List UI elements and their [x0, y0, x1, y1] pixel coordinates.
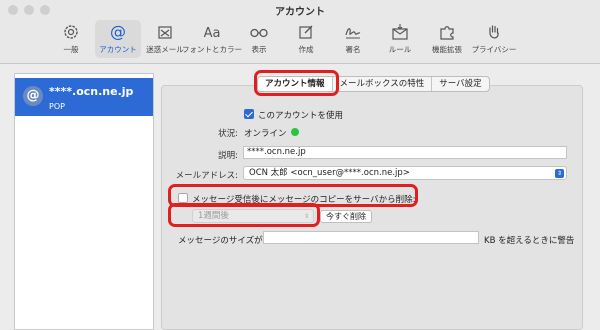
- toolbar-general-label: 一般: [63, 45, 79, 54]
- toolbar-extensions-label: 機能拡張: [432, 45, 462, 54]
- toolbar-fonts-button[interactable]: Aa フォントとカラー: [182, 20, 242, 58]
- toolbar-extensions-button[interactable]: 機能拡張: [424, 20, 470, 58]
- toolbar-privacy-button[interactable]: プライバシー: [471, 20, 517, 58]
- tab-server-settings[interactable]: サーバ設定: [432, 77, 488, 91]
- toolbar-compose-button[interactable]: 作成: [283, 20, 329, 58]
- toolbar-signatures-label: 署名: [345, 45, 361, 54]
- toolbar-viewing-button[interactable]: 表示: [236, 20, 282, 58]
- at-icon: @: [107, 22, 129, 42]
- account-name: ****.ocn.ne.jp: [49, 85, 134, 98]
- glasses-icon: [248, 22, 270, 42]
- highlight-delete-period: [168, 203, 320, 227]
- svg-text:Aa: Aa: [204, 26, 221, 41]
- status-value: オンライン: [244, 129, 287, 139]
- status-online-indicator: [291, 128, 299, 136]
- preferences-toolbar: 一般 @ アカウント 迷惑メール Aa フォントとカラー 表示 作成 署名 ルー…: [48, 20, 518, 58]
- email-label: メールアドレス:: [175, 171, 238, 181]
- email-address-select[interactable]: OCN 太郎 <ocn_user@****.ocn.ne.jp> ⇕: [243, 166, 567, 180]
- gear-icon: [60, 22, 82, 42]
- toolbar-compose-label: 作成: [298, 45, 314, 54]
- email-address-value: OCN 太郎 <ocn_user@****.ocn.ne.jp>: [249, 168, 410, 178]
- junk-icon: [154, 22, 176, 42]
- toolbar-signatures-button[interactable]: 署名: [330, 20, 376, 58]
- svg-text:@: @: [110, 22, 126, 41]
- title-bar: アカウント 一般 @ アカウント 迷惑メール Aa フォントとカラー 表示 作成…: [0, 0, 600, 64]
- tab-mailbox-behaviors[interactable]: メールボックスの特性: [333, 77, 433, 91]
- status-label: 状況:: [218, 129, 238, 139]
- toolbar-general-button[interactable]: 一般: [48, 20, 94, 58]
- enable-account-checkbox[interactable]: [244, 109, 254, 119]
- message-size-label: メッセージのサイズが: [178, 236, 263, 246]
- extension-icon: [436, 22, 458, 42]
- toolbar-privacy-label: プライバシー: [471, 45, 517, 54]
- description-label: 説明:: [218, 151, 238, 161]
- enable-account-label: このアカウントを使用: [258, 111, 344, 121]
- account-row-selected[interactable]: @ ****.ocn.ne.jp POP: [15, 78, 153, 116]
- toolbar-accounts-label: アカウント: [99, 45, 137, 54]
- toolbar-rules-label: ルール: [388, 45, 412, 54]
- highlight-account-info-tab: [254, 70, 339, 96]
- toolbar-rules-button[interactable]: ルール: [377, 20, 423, 58]
- accounts-list: @ ****.ocn.ne.jp POP: [14, 73, 154, 330]
- chevron-updown-icon: ⇕: [555, 169, 564, 178]
- account-type: POP: [49, 102, 65, 111]
- toolbar-viewing-label: 表示: [251, 45, 267, 54]
- toolbar-junk-label: 迷惑メール: [146, 45, 184, 54]
- privacy-hand-icon: [483, 22, 505, 42]
- toolbar-accounts-button[interactable]: @ アカウント: [95, 20, 141, 58]
- window-title: アカウント: [275, 7, 325, 18]
- description-field[interactable]: ****.ocn.ne.jp: [243, 146, 567, 159]
- compose-icon: [295, 22, 317, 42]
- toolbar-fonts-label: フォントとカラー: [182, 45, 242, 54]
- delete-now-button[interactable]: 今すぐ削除: [320, 210, 372, 223]
- message-size-field[interactable]: [263, 231, 479, 244]
- rules-icon: [389, 22, 411, 42]
- at-icon: @: [23, 86, 43, 106]
- font-icon: Aa: [201, 22, 223, 42]
- message-size-suffix: KB を超えるときに警告: [484, 236, 575, 246]
- signature-icon: [342, 22, 364, 42]
